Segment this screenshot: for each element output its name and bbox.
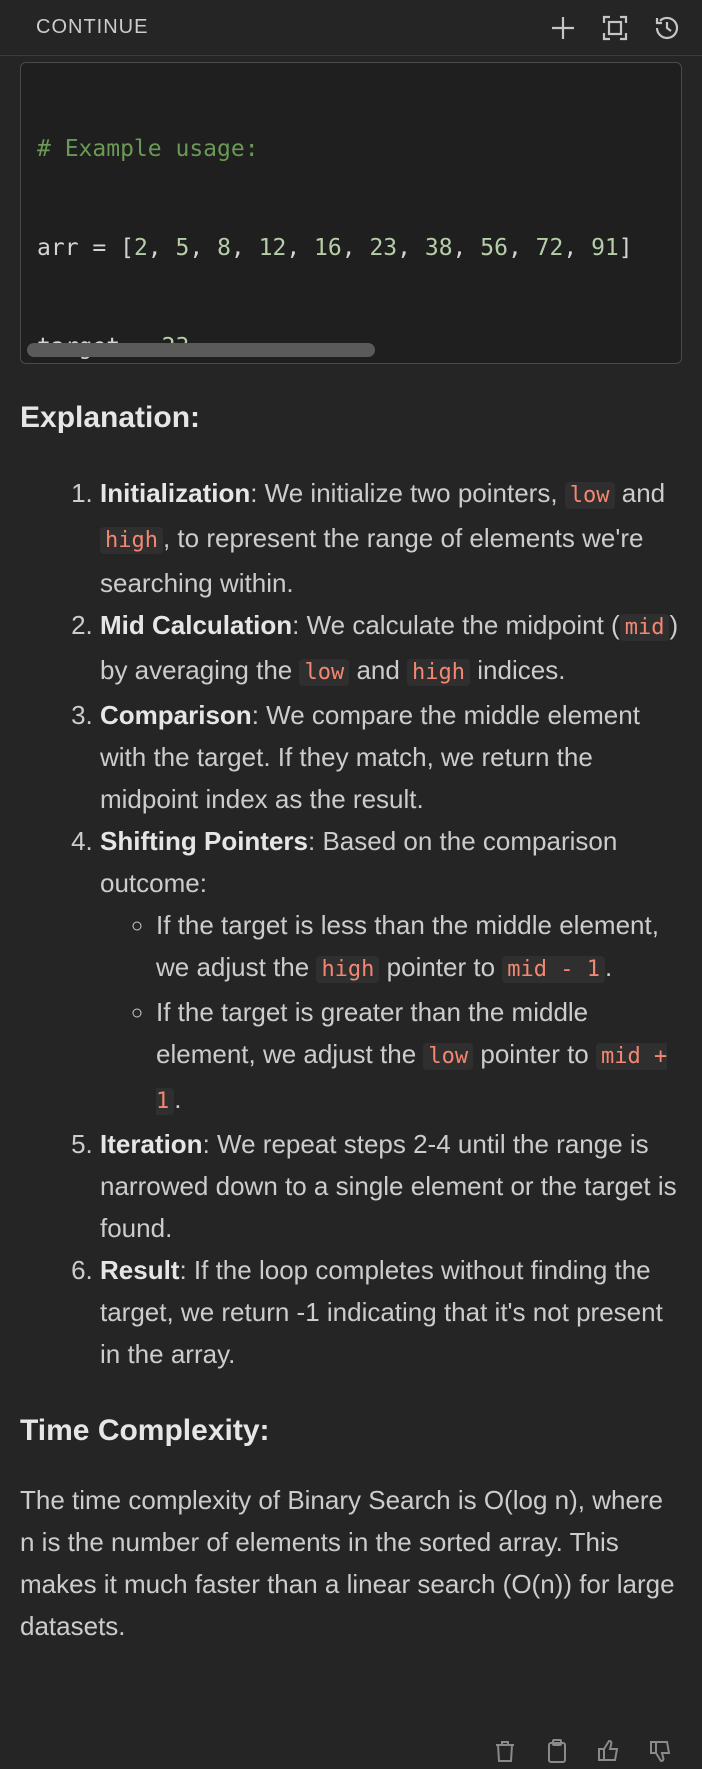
history-icon[interactable] [652, 13, 682, 43]
thumbs-down-icon[interactable] [648, 1738, 674, 1764]
fullscreen-icon[interactable] [600, 13, 630, 43]
thumbs-up-icon[interactable] [596, 1738, 622, 1764]
list-item: Comparison: We compare the middle elemen… [100, 694, 682, 820]
inline-code: low [564, 482, 615, 509]
header-actions [548, 13, 682, 43]
time-complexity-text: The time complexity of Binary Search is … [20, 1485, 675, 1641]
explanation-heading: Explanation: [20, 401, 201, 434]
chat-content: # Example usage: arr = [2, 5, 8, 12, 16,… [0, 62, 702, 1647]
horizontal-scrollbar[interactable] [27, 343, 375, 357]
clipboard-icon[interactable] [544, 1738, 570, 1764]
list-item: Shifting Pointers: Based on the comparis… [100, 820, 682, 1123]
trash-icon[interactable] [492, 1738, 518, 1764]
plus-icon[interactable] [548, 13, 578, 43]
code-content[interactable]: # Example usage: arr = [2, 5, 8, 12, 16,… [21, 63, 681, 363]
panel-header: CONTINUE [0, 0, 702, 56]
code-line: arr = [2, 5, 8, 12, 16, 23, 38, 56, 72, … [37, 235, 633, 261]
inline-code: mid - 1 [502, 956, 605, 983]
list-item: Iteration: We repeat steps 2-4 until the… [100, 1123, 682, 1249]
code-block: # Example usage: arr = [2, 5, 8, 12, 16,… [20, 62, 682, 364]
list-item: Result: If the loop completes without fi… [100, 1249, 682, 1375]
inline-code: low [299, 659, 350, 686]
inline-code: low [423, 1043, 474, 1070]
panel-title: CONTINUE [36, 16, 149, 38]
sub-list-item: If the target is less than the middle el… [156, 904, 682, 991]
explanation-list: Initialization: We initialize two pointe… [20, 472, 682, 1375]
list-item: Initialization: We initialize two pointe… [100, 472, 682, 604]
inline-code: high [100, 527, 163, 554]
code-line: # Example usage: [37, 136, 259, 162]
inline-code: mid [619, 614, 670, 641]
inline-code: high [316, 956, 380, 983]
sub-list-item: If the target is greater than the middle… [156, 991, 682, 1123]
sub-list: If the target is less than the middle el… [100, 904, 682, 1123]
list-item: Mid Calculation: We calculate the midpoi… [100, 604, 682, 694]
message-actions [0, 1738, 702, 1764]
inline-code: high [407, 659, 471, 686]
time-complexity-heading: Time Complexity: [20, 1414, 270, 1447]
